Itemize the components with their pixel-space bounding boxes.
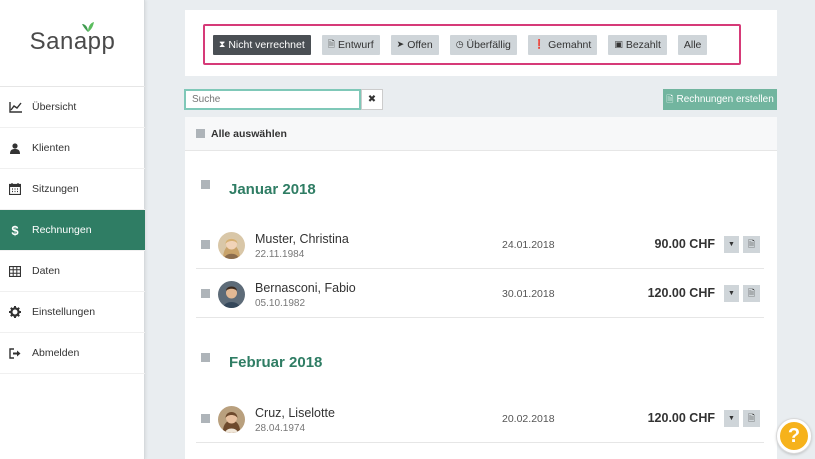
client-name[interactable]: Cruz, Liselotte [255,406,335,420]
month-checkbox[interactable] [201,353,210,362]
sidebar-item-sitzungen[interactable]: Sitzungen [0,169,145,210]
invoice-amount: 120.00 CHF [647,286,715,300]
sidebar-item-label: Sitzungen [32,183,79,195]
avatar [218,281,245,308]
filter-offen-button[interactable]: ➤ Offen [390,34,439,55]
row-document-button[interactable]: 🗎 [743,285,760,302]
row-dropdown-button[interactable]: ▼ [724,410,739,427]
filter-card: ⧗ Nicht verrechnet 🗎 Entwurf ➤ Offen ◷ Ü… [185,10,777,76]
filter-alle-button[interactable]: Alle [677,34,708,55]
sidebar-item-label: Daten [32,265,61,277]
month-checkbox[interactable] [201,180,210,189]
sidebar-nav: Übersicht Klienten Sitzungen $ Rechnunge… [0,86,145,374]
row-checkbox[interactable] [201,414,210,423]
sidebar-item-einstellungen[interactable]: Einstellungen [0,292,145,333]
user-icon [8,141,22,155]
month-label: Januar 2018 [229,181,316,198]
row-document-button[interactable]: 🗎 [743,410,760,427]
invoice-date: 30.01.2018 [502,288,555,300]
avatar [218,406,245,433]
filter-bezahlt-button[interactable]: ▣ Bezahlt [608,34,667,55]
filter-nicht-verrechnet-button[interactable]: ⧗ Nicht verrechnet [213,34,311,55]
month-group-header: Januar 2018 [185,175,777,205]
sidebar-item-rechnungen[interactable]: $ Rechnungen [0,210,145,251]
table-row[interactable]: Bernasconi, Fabio 05.10.1982 30.01.2018 … [196,269,764,318]
select-all-checkbox[interactable] [196,129,205,138]
row-document-button[interactable]: 🗎 [743,236,760,253]
calendar-icon [8,182,22,196]
sidebar-item-daten[interactable]: Daten [0,251,145,292]
row-checkbox[interactable] [201,240,210,249]
row-checkbox[interactable] [201,289,210,298]
gear-icon [8,305,22,319]
question-icon: ? [787,424,801,447]
row-dropdown-button[interactable]: ▼ [724,285,739,302]
sidebar-item-label: Übersicht [32,101,77,113]
sidebar: Sanapp Übersicht Klienten Sitzungen $ Re… [0,0,145,459]
filter-ueberfaellig-button[interactable]: ◷ Überfällig [449,34,517,55]
sidebar-item-label: Abmelden [32,347,80,359]
file-icon: 🗎 [747,238,756,249]
sidebar-item-klienten[interactable]: Klienten [0,128,145,169]
dollar-icon: $ [11,222,19,238]
caret-down-icon: ▼ [728,290,735,297]
filter-entwurf-button[interactable]: 🗎 Entwurf [321,34,380,55]
month-group-header: Februar 2018 [185,348,777,378]
invoice-date: 24.01.2018 [502,239,555,251]
clock-icon: ◷ [455,39,464,49]
leaf-icon [82,22,94,32]
search-input[interactable] [184,89,361,110]
select-all-row[interactable]: Alle auswählen [185,117,777,151]
status-filter-group: ⧗ Nicht verrechnet 🗎 Entwurf ➤ Offen ◷ Ü… [203,24,741,65]
client-birthdate: 05.10.1982 [255,298,306,309]
filter-gemahnt-button[interactable]: ❗ Gemahnt [527,34,598,55]
sign-out-icon [8,346,22,360]
close-icon: ✖ [367,94,377,105]
invoice-list: Alle auswählen Januar 2018 Muster, Chris… [185,117,777,459]
sidebar-item-uebersicht[interactable]: Übersicht [0,87,145,128]
sidebar-item-label: Klienten [32,142,70,154]
sidebar-item-label: Rechnungen [32,224,92,236]
exclamation-icon: ❗ [533,39,546,49]
table-row[interactable]: Cruz, Liselotte 28.04.1974 20.02.2018 12… [196,394,764,443]
file-icon: 🗎 [747,287,756,298]
sidebar-item-abmelden[interactable]: Abmelden [0,333,145,374]
invoice-date: 20.02.2018 [502,413,555,425]
caret-down-icon: ▼ [728,241,735,248]
hourglass-icon: ⧗ [219,39,226,49]
sidebar-item-label: Einstellungen [32,306,96,318]
help-button[interactable]: ? [777,419,811,453]
file-icon: 🗎 [666,93,674,104]
client-name[interactable]: Muster, Christina [255,232,349,246]
app-logo[interactable]: Sanapp [0,22,145,56]
row-dropdown-button[interactable]: ▼ [724,236,739,253]
table-icon [8,264,22,278]
client-name[interactable]: Bernasconi, Fabio [255,281,356,295]
month-label: Februar 2018 [229,354,323,371]
client-birthdate: 28.04.1974 [255,423,306,434]
money-icon: ▣ [614,39,623,49]
paper-plane-icon: ➤ [396,39,405,49]
invoice-amount: 90.00 CHF [654,237,715,251]
avatar [218,232,245,259]
invoice-amount: 120.00 CHF [647,411,715,425]
clear-search-button[interactable]: ✖ [361,89,383,110]
table-row[interactable]: Muster, Christina 22.11.1984 24.01.2018 … [196,220,764,269]
caret-down-icon: ▼ [728,415,735,422]
file-icon: 🗎 [327,38,336,49]
chart-line-icon [8,100,22,114]
client-birthdate: 22.11.1984 [255,249,305,260]
select-all-label: Alle auswählen [211,127,287,140]
create-invoices-button[interactable]: 🗎 Rechnungen erstellen [663,89,777,110]
file-icon: 🗎 [747,412,756,423]
